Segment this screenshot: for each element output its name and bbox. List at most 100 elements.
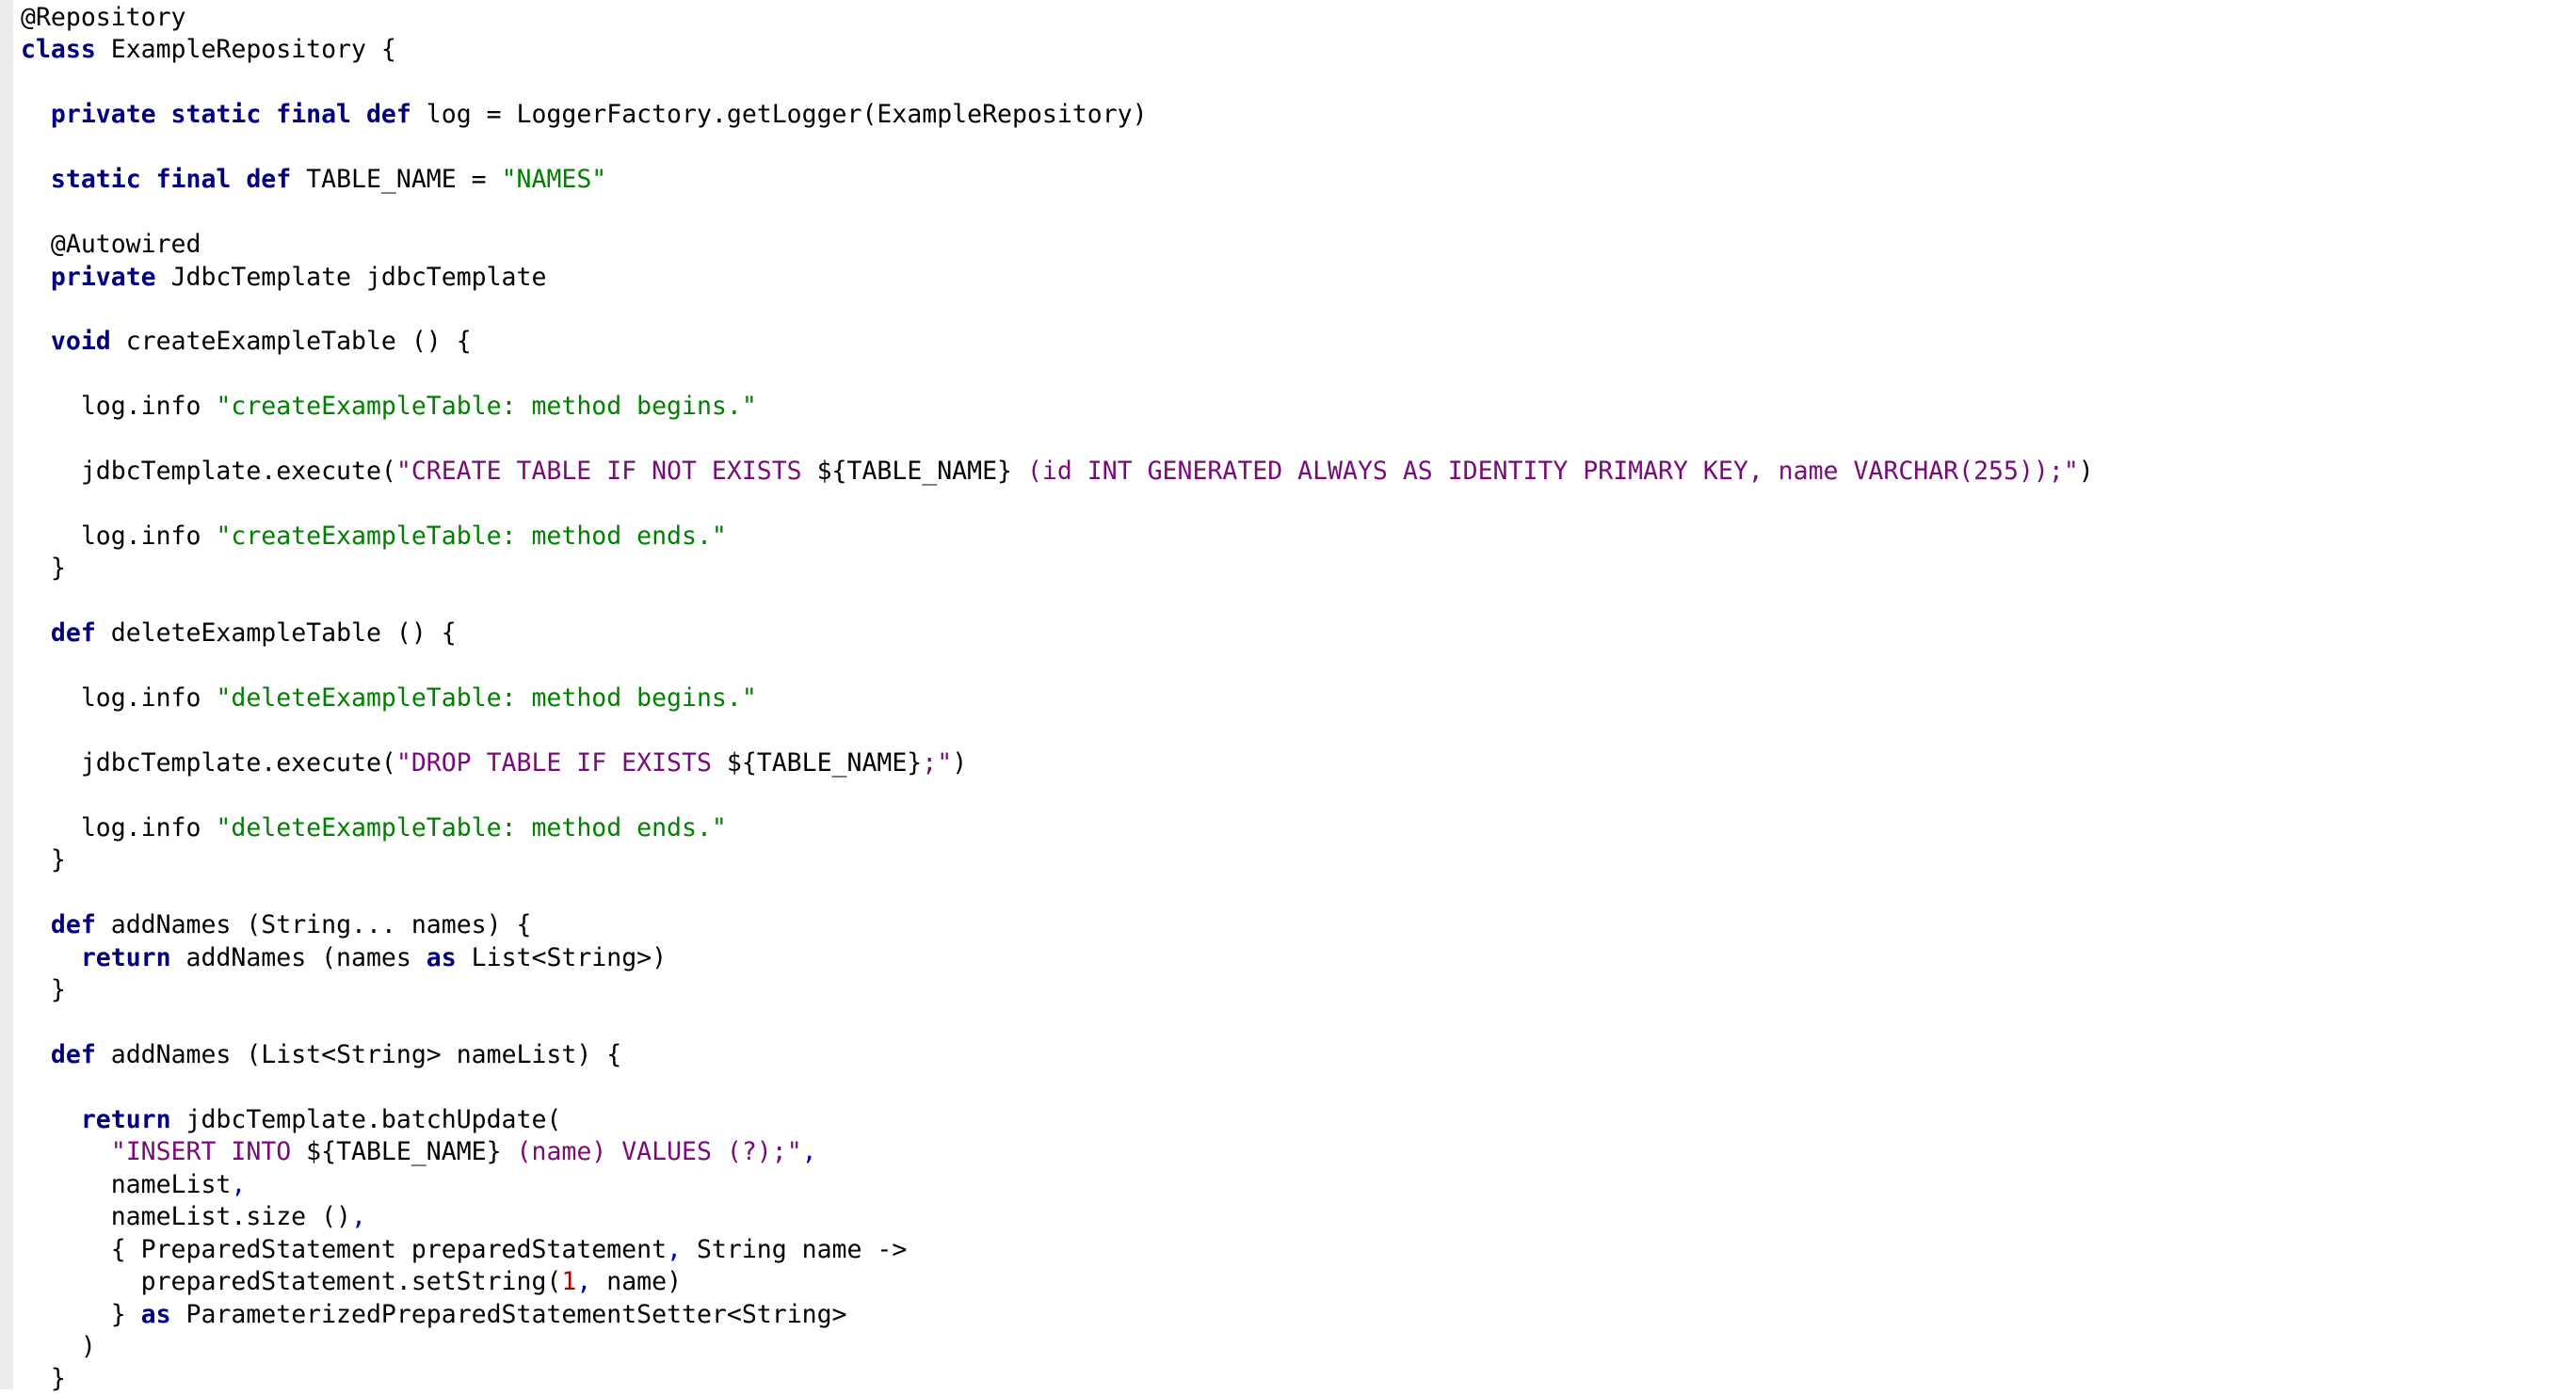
string-token: "deleteExampleTable: method begins.": [216, 683, 757, 714]
code-token: addNames (List<String> nameList) {: [95, 1040, 622, 1069]
punctuation-token: ,: [801, 1137, 817, 1167]
code-token: List<String>): [456, 942, 668, 972]
code-line: log.info "deleteExampleTable: method beg…: [21, 682, 2094, 714]
keyword-token: static final def: [50, 165, 292, 195]
code-token: ParameterizedPreparedStatementSetter<Str…: [170, 1299, 847, 1329]
code-line: log.info "createExampleTable: method end…: [21, 521, 2094, 553]
sql-string-token: ;": [922, 748, 953, 778]
code-line: return addNames (names as List<String>): [21, 942, 2094, 974]
code-line: preparedStatement.setString(1, name): [21, 1266, 2094, 1298]
code-line: log.info "createExampleTable: method beg…: [21, 391, 2094, 423]
code-token: jdbcTemplate.batchUpdate(: [170, 1104, 562, 1134]
code-line: log.info "deleteExampleTable: method end…: [21, 812, 2094, 844]
annotation-token: @Repository: [21, 3, 186, 32]
code-token: log = LoggerFactory.getLogger(ExampleRep…: [411, 100, 1148, 130]
code-token: }: [21, 845, 66, 875]
code-token: }: [21, 554, 66, 584]
keyword-token: private static final def: [50, 100, 411, 130]
code-editor[interactable]: @Repository class ExampleRepository { pri…: [21, 2, 2094, 1396]
string-token: "deleteExampleTable: method ends.": [216, 812, 727, 842]
code-token: ): [21, 1331, 96, 1361]
code-line: def addNames (List<String> nameList) {: [21, 1039, 2094, 1071]
code-token: createExampleTable () {: [110, 327, 472, 357]
punctuation-token: ,: [576, 1267, 592, 1297]
keyword-token: private: [50, 262, 156, 292]
code-token: addNames (names: [170, 942, 427, 972]
code-line: nameList,: [21, 1169, 2094, 1201]
keyword-token: class: [21, 35, 96, 65]
code-token: }: [21, 975, 66, 1005]
keyword-token: def: [50, 1040, 96, 1069]
sql-string-token: "INSERT INTO: [110, 1137, 307, 1167]
code-token: nameList: [21, 1169, 232, 1199]
keyword-token: return: [80, 1104, 171, 1134]
string-token: "createExampleTable: method begins.": [216, 392, 757, 422]
code-line: void createExampleTable () {: [21, 326, 2094, 358]
code-token: preparedStatement.setString(: [21, 1267, 562, 1297]
sql-string-token: (name) VALUES (?);": [501, 1137, 802, 1167]
code-line: @Autowired: [21, 229, 2094, 261]
code-line: private JdbcTemplate jdbcTemplate: [21, 262, 2094, 294]
code-token: addNames (String... names) {: [95, 910, 532, 940]
code-token: jdbcTemplate.execute(: [21, 457, 396, 487]
punctuation-token: ,: [667, 1234, 683, 1264]
keyword-token: as: [140, 1299, 171, 1329]
code-token: ExampleRepository {: [95, 35, 396, 65]
code-line: "INSERT INTO ${TABLE_NAME} (name) VALUES…: [21, 1136, 2094, 1168]
code-token: log.info: [21, 812, 217, 842]
code-line: } as ParameterizedPreparedStatementSette…: [21, 1299, 2094, 1331]
code-token: log.info: [21, 392, 217, 422]
code-line: static final def TABLE_NAME = "NAMES": [21, 164, 2094, 196]
code-line: def deleteExampleTable () {: [21, 618, 2094, 650]
code-line: nameList.size (),: [21, 1201, 2094, 1233]
code-token: ): [2078, 457, 2094, 487]
punctuation-token: ,: [231, 1169, 247, 1199]
code-token: log.info: [21, 521, 217, 551]
code-token: jdbcTemplate.execute(: [21, 748, 396, 778]
code-token: ${TABLE_NAME}: [726, 748, 923, 778]
code-line: }: [21, 1363, 2094, 1395]
code-line: }: [21, 553, 2094, 585]
code-line: return jdbcTemplate.batchUpdate(: [21, 1104, 2094, 1136]
code-line: class ExampleRepository {: [21, 34, 2094, 66]
code-line: { PreparedStatement preparedStatement, S…: [21, 1234, 2094, 1266]
code-line: }: [21, 844, 2094, 876]
code-token: JdbcTemplate jdbcTemplate: [155, 262, 547, 292]
code-token: String name ->: [682, 1234, 908, 1264]
code-token: name): [591, 1267, 683, 1297]
code-token: ${TABLE_NAME}: [306, 1137, 502, 1167]
sql-string-token: (id INT GENERATED ALWAYS AS IDENTITY PRI…: [1012, 457, 2079, 487]
editor-gutter: [0, 0, 13, 1389]
number-token: 1: [561, 1267, 577, 1297]
code-token: }: [21, 1299, 141, 1329]
punctuation-token: ,: [351, 1202, 366, 1232]
code-line: def addNames (String... names) {: [21, 909, 2094, 941]
string-token: "createExampleTable: method ends.": [216, 521, 727, 551]
code-line: jdbcTemplate.execute("DROP TABLE IF EXIS…: [21, 747, 2094, 779]
keyword-token: return: [80, 942, 171, 972]
code-token: nameList.size (): [21, 1202, 351, 1232]
code-line: @Repository: [21, 2, 2094, 34]
code-line: private static final def log = LoggerFac…: [21, 99, 2094, 131]
